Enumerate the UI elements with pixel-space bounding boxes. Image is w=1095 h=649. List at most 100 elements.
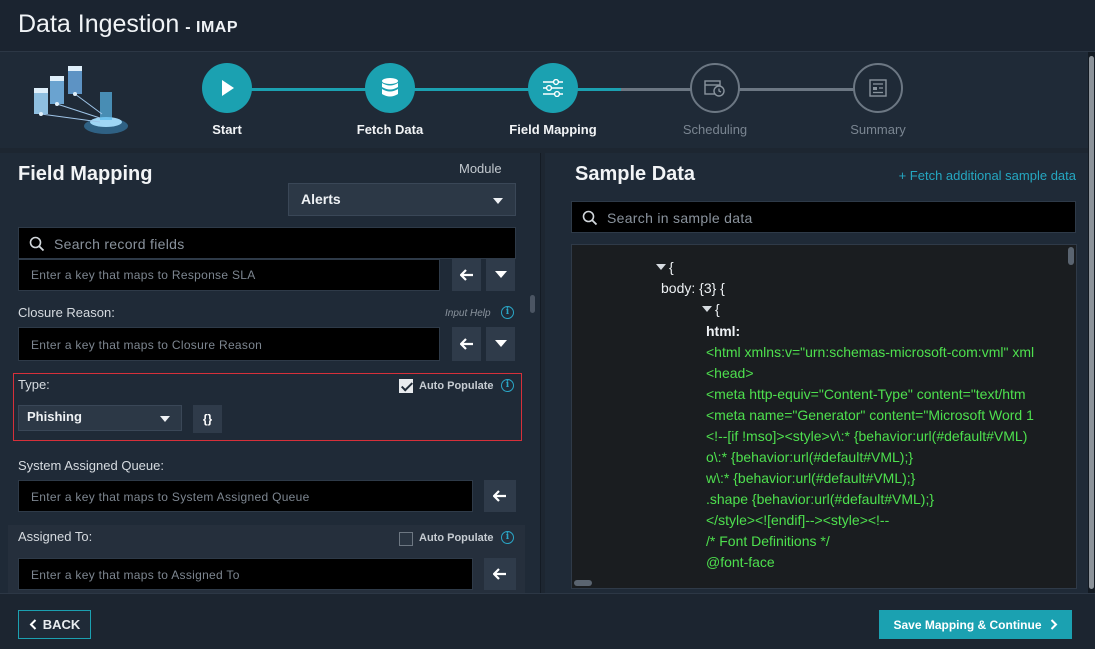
assigned-to-placeholder: Enter a key that maps to Assigned To [31, 568, 240, 582]
page-header: Data Ingestion - IMAP [0, 0, 1095, 52]
info-icon[interactable]: i [501, 306, 514, 319]
play-icon [202, 63, 252, 113]
save-mapping-continue-button[interactable]: Save Mapping & Continue [879, 610, 1072, 639]
json-line: <meta name="Generator" content="Microsof… [706, 407, 1034, 423]
back-button[interactable]: BACK [18, 610, 91, 639]
footer-bar: BACK Save Mapping & Continue [0, 593, 1095, 649]
search-icon [582, 210, 598, 226]
closure-reason-input[interactable]: Enter a key that maps to Closure Reason [18, 327, 440, 361]
summary-document-icon [853, 63, 903, 113]
field-mapping-title: Field Mapping [18, 163, 153, 185]
search-placeholder: Search record fields [54, 236, 185, 252]
type-select-value: Phishing [27, 409, 82, 424]
page-scrollbar-thumb[interactable] [1089, 56, 1094, 589]
assigned-to-map-button[interactable] [484, 558, 516, 590]
wizard-step-label: Field Mapping [509, 122, 597, 137]
module-select-value: Alerts [301, 191, 341, 207]
info-icon[interactable]: i [501, 379, 514, 392]
wizard-step-start[interactable]: Start [162, 63, 292, 137]
closure-reason-placeholder: Enter a key that maps to Closure Reason [31, 338, 263, 352]
json-line[interactable]: { [702, 301, 720, 317]
assigned-to-label: Assigned To: [18, 529, 93, 544]
database-icon [365, 63, 415, 113]
module-select[interactable]: Alerts [288, 183, 516, 216]
sample-data-json-viewer: { body: {3} { { html: <html xmlns:v="urn… [571, 244, 1077, 589]
wizard-step-fetch-data[interactable]: Fetch Data [325, 63, 455, 137]
search-icon [29, 236, 45, 252]
type-auto-populate-label: Auto Populate [419, 380, 494, 392]
back-button-label: BACK [42, 617, 81, 632]
page-title: Data Ingestion - IMAP [18, 10, 238, 39]
type-auto-populate-checkbox[interactable] [399, 379, 413, 393]
response-sla-dropdown-button[interactable] [486, 259, 515, 291]
json-line: <!--[if !mso]><style>v\:* {behavior:url(… [706, 428, 1028, 444]
json-line: <meta http-equiv="Content-Type" content=… [706, 386, 1026, 402]
page-subtitle: - IMAP [185, 19, 238, 36]
sample-search-placeholder: Search in sample data [607, 210, 753, 226]
assigned-to-input[interactable]: Enter a key that maps to Assigned To [18, 558, 473, 590]
json-line: .shape {behavior:url(#default#VML);} [706, 491, 935, 507]
fetch-additional-sample-link[interactable]: + Fetch additional sample data [899, 168, 1076, 183]
response-sla-input[interactable]: Enter a key that maps to Response SLA [18, 259, 440, 291]
wizard-step-scheduling[interactable]: Scheduling [650, 63, 780, 137]
chevron-down-icon [493, 198, 503, 204]
closure-reason-map-button[interactable] [452, 327, 481, 361]
info-icon[interactable]: i [501, 531, 514, 544]
json-line: </style><![endif]--><style><!-- [706, 512, 890, 528]
wizard-step-summary[interactable]: Summary [813, 63, 943, 137]
type-label: Type: [18, 377, 50, 392]
type-select[interactable]: Phishing [18, 405, 182, 431]
system-assigned-queue-label: System Assigned Queue: [18, 458, 164, 473]
field-mapping-panel: Field Mapping Module Alerts Search recor… [0, 153, 541, 593]
wizard-stepper: Start Fetch Data Field Mapping Schedulin… [0, 52, 1088, 148]
json-line: <html xmlns:v="urn:schemas-microsoft-com… [706, 344, 1035, 360]
chevron-left-icon [29, 619, 36, 630]
wizard-step-label: Fetch Data [356, 122, 424, 137]
json-viewer-horizontal-scrollbar[interactable] [574, 580, 592, 586]
json-line[interactable]: { [656, 259, 674, 275]
wizard-step-field-mapping[interactable]: Field Mapping [488, 63, 618, 137]
json-line: o\:* {behavior:url(#default#VML);} [706, 449, 914, 465]
json-expression-button[interactable]: {} [193, 405, 222, 433]
data-ingestion-logo-icon [34, 66, 128, 134]
system-assigned-queue-map-button[interactable] [484, 480, 516, 512]
json-line: @font-face [706, 554, 775, 570]
collapse-toggle-icon[interactable] [702, 306, 712, 312]
arrow-left-icon [459, 269, 473, 281]
json-viewer-vertical-scrollbar[interactable] [1068, 247, 1074, 265]
arrow-left-icon [493, 568, 506, 580]
assigned-to-auto-populate-checkbox[interactable] [399, 532, 413, 546]
page-scrollbar[interactable] [1088, 52, 1095, 593]
json-line: /* Font Definitions */ [706, 533, 830, 549]
json-line: body: {3} { [661, 280, 725, 296]
wizard-step-label: Summary [850, 122, 906, 137]
response-sla-placeholder: Enter a key that maps to Response SLA [31, 268, 256, 282]
arrow-left-icon [493, 490, 506, 502]
chevron-down-icon [160, 416, 170, 422]
sliders-icon [528, 63, 578, 113]
json-line: html: [706, 323, 741, 339]
chevron-right-icon [1050, 619, 1057, 630]
module-label: Module [459, 161, 502, 176]
response-sla-map-button[interactable] [452, 259, 481, 291]
collapse-toggle-icon[interactable] [656, 264, 666, 270]
system-assigned-queue-placeholder: Enter a key that maps to System Assigned… [31, 490, 310, 504]
record-fields-search[interactable]: Search record fields [18, 227, 516, 259]
closure-reason-dropdown-button[interactable] [486, 327, 515, 361]
closure-reason-label: Closure Reason: [18, 305, 115, 320]
sample-data-search[interactable]: Search in sample data [571, 201, 1076, 233]
arrow-left-icon [459, 338, 473, 350]
calendar-clock-icon [690, 63, 740, 113]
input-help-link[interactable]: Input Help [445, 308, 491, 319]
caret-down-icon [494, 340, 507, 347]
assigned-to-auto-populate-label: Auto Populate [419, 532, 494, 544]
field-list-scrollbar[interactable] [530, 295, 535, 313]
save-button-label: Save Mapping & Continue [893, 617, 1042, 632]
wizard-step-label: Scheduling [682, 122, 748, 137]
system-assigned-queue-input[interactable]: Enter a key that maps to System Assigned… [18, 480, 473, 512]
wizard-step-label: Start [212, 122, 242, 137]
json-line: w\:* {behavior:url(#default#VML);} [706, 470, 916, 486]
json-line: <head> [706, 365, 754, 381]
caret-down-icon [494, 271, 507, 278]
json-expression-label: {} [202, 412, 213, 426]
